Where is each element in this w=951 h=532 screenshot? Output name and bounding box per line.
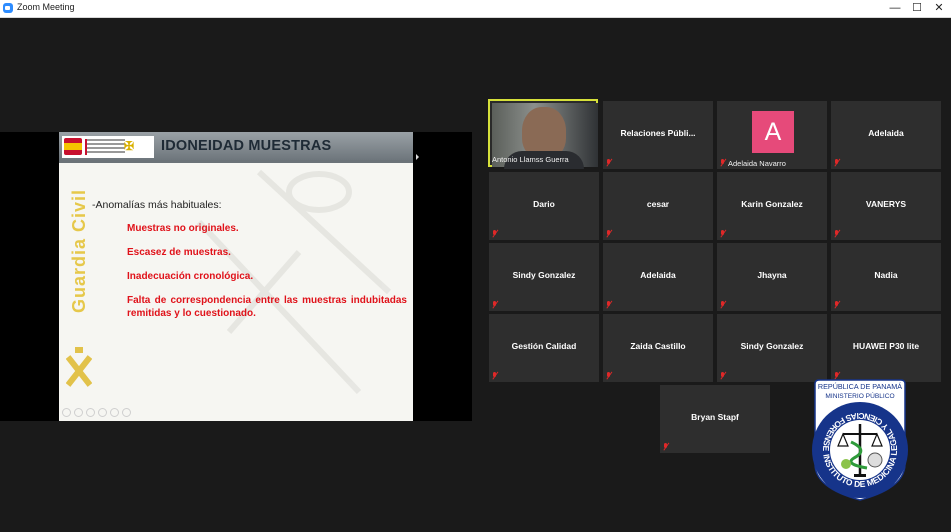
muted-mic-icon bbox=[834, 230, 840, 237]
participant-tile[interactable]: Adelaida bbox=[831, 101, 941, 169]
muted-mic-icon bbox=[492, 230, 498, 237]
muted-mic-icon bbox=[834, 301, 840, 308]
mouse-cursor-icon bbox=[416, 154, 419, 160]
slide-bullets: Muestras no originales. Escasez de muest… bbox=[127, 222, 407, 331]
participant-tile[interactable]: VANERYS bbox=[831, 172, 941, 240]
participant-name: cesar bbox=[646, 199, 670, 209]
participant-name: Adelaida Navarro bbox=[728, 159, 786, 168]
participant-tile[interactable]: Gestión Calidad bbox=[489, 314, 599, 382]
muted-mic-icon bbox=[606, 372, 612, 379]
muted-mic-icon bbox=[606, 230, 612, 237]
slide-bullet: Inadecuación cronológica. bbox=[127, 271, 254, 282]
guardia-civil-emblem-icon bbox=[66, 347, 92, 387]
participant-name: Adelaida bbox=[640, 270, 676, 280]
participant-tile[interactable]: Sindy Gonzalez bbox=[489, 243, 599, 311]
participant-name: Adelaida bbox=[868, 128, 904, 138]
slide-control-icon[interactable] bbox=[74, 408, 83, 417]
muted-mic-icon bbox=[492, 372, 498, 379]
emblem-line2: MINISTERIO PÚBLICO bbox=[825, 391, 894, 400]
ministry-logo bbox=[85, 139, 125, 155]
government-logos: ✠ bbox=[62, 136, 154, 158]
participant-name: Antonio Llamss Guerra bbox=[492, 155, 569, 164]
participant-tile[interactable]: Dario bbox=[489, 172, 599, 240]
video-tile-active-speaker[interactable]: Antonio Llamss Guerra bbox=[488, 99, 598, 169]
slide-bullet: Escasez de muestras. bbox=[127, 247, 231, 258]
slide-title: IDONEIDAD MUESTRAS bbox=[161, 138, 332, 154]
slide-bullet: Falta de correspondencia entre las muest… bbox=[127, 295, 407, 319]
slide-controls[interactable] bbox=[62, 408, 131, 417]
guardia-civil-mini-icon: ✠ bbox=[124, 139, 135, 153]
muted-mic-icon bbox=[663, 443, 669, 450]
muted-mic-icon bbox=[492, 301, 498, 308]
participant-name: Karin Gonzalez bbox=[741, 199, 803, 209]
participant-tile[interactable]: Jhayna bbox=[717, 243, 827, 311]
participant-tile[interactable]: Karin Gonzalez bbox=[717, 172, 827, 240]
slide-control-icon[interactable] bbox=[110, 408, 119, 417]
slide-bullet: Muestras no originales. bbox=[127, 223, 239, 234]
coat-of-arms-icon bbox=[64, 138, 82, 155]
avatar: A bbox=[752, 111, 794, 153]
muted-mic-icon bbox=[606, 301, 612, 308]
participant-name: Jhayna bbox=[757, 270, 787, 280]
close-button[interactable]: ✕ bbox=[926, 0, 951, 17]
muted-mic-icon bbox=[720, 372, 726, 379]
participant-name: Relaciones Públi... bbox=[620, 128, 696, 138]
participant-name: Bryan Stapf bbox=[691, 412, 739, 422]
participant-tile[interactable]: A Adelaida Navarro bbox=[717, 101, 827, 169]
participant-name: Zaida Castillo bbox=[630, 341, 686, 351]
slide-control-icon[interactable] bbox=[86, 408, 95, 417]
participant-tile[interactable]: Sindy Gonzalez bbox=[717, 314, 827, 382]
slide-divider bbox=[59, 160, 413, 163]
zoom-logo-icon bbox=[3, 3, 13, 13]
slide-header: ✠ IDONEIDAD MUESTRAS bbox=[59, 132, 413, 160]
slide-control-icon[interactable] bbox=[122, 408, 131, 417]
muted-mic-icon bbox=[606, 159, 612, 166]
participant-name: VANERYS bbox=[865, 199, 907, 209]
participant-name: Sindy Gonzalez bbox=[740, 341, 804, 351]
participant-tile[interactable]: HUAWEI P30 lite bbox=[831, 314, 941, 382]
participant-name: Nadia bbox=[874, 270, 898, 280]
slide-control-icon[interactable] bbox=[62, 408, 71, 417]
presentation-slide: ✠ IDONEIDAD MUESTRAS Guardia Civil -Anom… bbox=[59, 132, 413, 421]
title-bar: Zoom Meeting — ☐ ✕ bbox=[0, 0, 951, 18]
muted-mic-icon bbox=[720, 159, 726, 166]
window-title: Zoom Meeting bbox=[17, 2, 75, 12]
participant-name: Dario bbox=[533, 199, 555, 209]
participant-tile[interactable]: cesar bbox=[603, 172, 713, 240]
participant-name: Sindy Gonzalez bbox=[512, 270, 576, 280]
participant-tile[interactable]: Adelaida bbox=[603, 243, 713, 311]
institute-emblem: REPÚBLICA DE PANAMÁ MINISTERIO PÚBLICO I… bbox=[809, 378, 908, 501]
slide-control-icon[interactable] bbox=[98, 408, 107, 417]
guardia-civil-vertical-text: Guardia Civil bbox=[69, 189, 89, 314]
muted-mic-icon bbox=[834, 159, 840, 166]
participant-tile[interactable]: Bryan Stapf bbox=[660, 385, 770, 453]
participant-tile[interactable]: Relaciones Públi... bbox=[603, 101, 713, 169]
participant-tile[interactable]: Zaida Castillo bbox=[603, 314, 713, 382]
slide-intro: -Anomalías más habituales: bbox=[92, 199, 222, 211]
muted-mic-icon bbox=[720, 230, 726, 237]
emblem-line1: REPÚBLICA DE PANAMÁ bbox=[818, 382, 902, 391]
muted-mic-icon bbox=[720, 301, 726, 308]
participant-tile[interactable]: Nadia bbox=[831, 243, 941, 311]
participant-name: Gestión Calidad bbox=[511, 341, 577, 351]
participant-name: HUAWEI P30 lite bbox=[852, 341, 920, 351]
